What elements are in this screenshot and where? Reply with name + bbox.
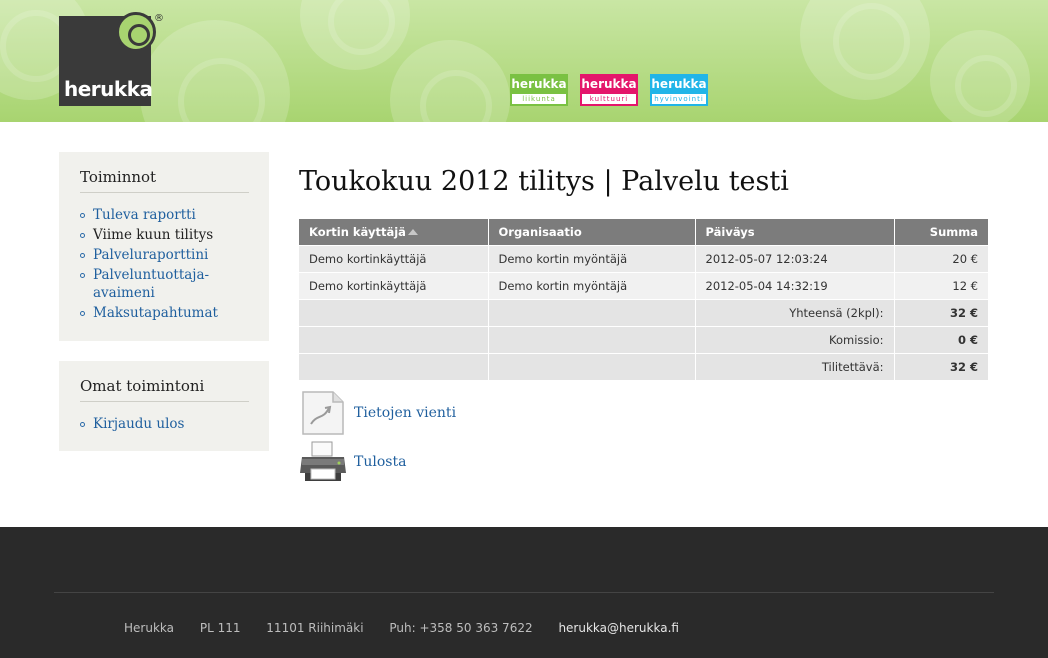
column-header-label: Organisaatio — [498, 224, 582, 239]
cell-organisation: Demo kortin myöntäjä — [488, 244, 696, 272]
cell-card-user: Demo kortinkäyttäjä — [299, 244, 489, 272]
sidebar-box-title: Omat toimintoni — [80, 377, 249, 402]
summary-label: Yhteensä (2kpl): — [695, 298, 895, 326]
column-header-date[interactable]: Päiväys — [695, 219, 895, 245]
site-logo[interactable]: herukka — [59, 12, 156, 106]
decorative-swirl — [390, 40, 510, 122]
footer-divider — [54, 592, 994, 593]
sidebar-item-upcoming-report: Tuleva raportti — [80, 206, 249, 224]
site-header: herukka ® herukka liikunta herukka kultt… — [0, 0, 1048, 122]
brand-sub: kulttuuri — [582, 94, 636, 104]
table-header-row: Kortin käyttäjä Organisaatio Päiväys Sum… — [299, 219, 988, 245]
cell-sum: 20 € — [894, 244, 988, 272]
column-header-organisation[interactable]: Organisaatio — [488, 219, 696, 245]
sidebar-link-payments[interactable]: Maksutapahtumat — [93, 305, 218, 321]
empty-cell — [299, 325, 489, 353]
summary-value: 0 € — [894, 325, 988, 353]
table-row: Demo kortinkäyttäjä Demo kortin myöntäjä… — [299, 244, 988, 272]
export-link[interactable]: Tietojen vienti — [354, 405, 456, 421]
table-row: Demo kortinkäyttäjä Demo kortin myöntäjä… — [299, 271, 988, 299]
empty-cell — [488, 325, 696, 353]
column-header-label: Kortin käyttäjä — [309, 224, 406, 239]
sidebar-actions-box: Toiminnot Tuleva raportti Viime kuun til… — [59, 152, 269, 341]
sort-asc-icon — [407, 228, 418, 235]
summary-row-payable: Tilitettävä: 32 € — [299, 352, 988, 380]
column-header-label: Päiväys — [705, 224, 755, 239]
brand-kulttuuri-link[interactable]: herukka kulttuuri — [580, 74, 638, 106]
sidebar-item-logout: Kirjaudu ulos — [80, 415, 249, 433]
empty-cell — [488, 298, 696, 326]
sidebar-link-upcoming-report[interactable]: Tuleva raportti — [93, 207, 196, 223]
export-action: Tietojen vienti — [299, 391, 456, 435]
page-title: Toukokuu 2012 tilitys | Palvelu testi — [299, 166, 789, 197]
report-table: Kortin käyttäjä Organisaatio Päiväys Sum… — [299, 219, 988, 380]
logout-link[interactable]: Kirjaudu ulos — [93, 416, 184, 432]
print-link[interactable]: Tulosta — [354, 454, 406, 470]
sidebar-item-payments: Maksutapahtumat — [80, 304, 249, 322]
empty-cell — [299, 352, 489, 380]
sidebar-item-service-reports: Palveluraporttini — [80, 246, 249, 264]
brand-name: herukka — [651, 77, 707, 91]
empty-cell — [299, 298, 489, 326]
document-export-icon[interactable] — [299, 390, 347, 436]
brand-name: herukka — [511, 77, 567, 91]
registered-mark: ® — [154, 13, 164, 24]
cell-sum: 12 € — [894, 271, 988, 299]
sidebar-menu: Kirjaudu ulos — [80, 415, 249, 433]
print-action: Tulosta — [299, 440, 406, 484]
brand-liikunta-link[interactable]: herukka liikunta — [510, 74, 568, 106]
summary-value: 32 € — [894, 352, 988, 380]
cell-date: 2012-05-07 12:03:24 — [695, 244, 895, 272]
summary-row-total: Yhteensä (2kpl): 32 € — [299, 298, 988, 326]
decorative-swirl — [140, 20, 290, 122]
provider-keys-line-2: avaimeni — [93, 285, 155, 301]
footer-pobox: PL 111 — [199, 621, 241, 635]
footer-contact-info: Herukka PL 111 11101 Riihimäki Puh: +358… — [124, 621, 679, 635]
decorative-swirl — [800, 0, 930, 100]
sidebar-account-box: Omat toimintoni Kirjaudu ulos — [59, 361, 269, 451]
logo-text: herukka — [64, 77, 153, 101]
footer-phone: Puh: +358 50 363 7622 — [389, 621, 533, 635]
cell-organisation: Demo kortin myöntäjä — [488, 271, 696, 299]
sidebar-current-last-month: Viime kuun tilitys — [93, 227, 214, 243]
sidebar-item-last-month: Viime kuun tilitys — [80, 226, 249, 244]
site-footer: Herukka PL 111 11101 Riihimäki Puh: +358… — [0, 527, 1048, 658]
brand-sub: hyvinvointi — [652, 94, 706, 104]
cell-card-user: Demo kortinkäyttäjä — [299, 271, 489, 299]
snail-logo-icon — [116, 12, 156, 52]
brand-sub: liikunta — [512, 94, 566, 104]
sidebar-item-provider-keys: Palveluntuottaja-avaimeni — [80, 266, 249, 302]
footer-name: Herukka — [124, 621, 174, 635]
provider-keys-line-1: Palveluntuottaja- — [93, 267, 210, 283]
footer-city: 11101 Riihimäki — [266, 621, 364, 635]
column-header-label: Summa — [929, 224, 978, 239]
footer-email-link[interactable]: herukka@herukka.fi — [558, 621, 679, 635]
decorative-swirl — [300, 0, 410, 70]
sidebar-menu: Tuleva raportti Viime kuun tilitys Palve… — [80, 206, 249, 322]
summary-value: 32 € — [894, 298, 988, 326]
summary-label: Tilitettävä: — [695, 352, 895, 380]
cell-date: 2012-05-04 14:32:19 — [695, 271, 895, 299]
printer-icon[interactable] — [299, 439, 347, 485]
column-header-card-user[interactable]: Kortin käyttäjä — [299, 219, 489, 245]
sidebar-link-service-reports[interactable]: Palveluraporttini — [93, 247, 208, 263]
sidebar-link-provider-keys[interactable]: Palveluntuottaja-avaimeni — [93, 267, 209, 301]
sidebar-box-title: Toiminnot — [80, 168, 249, 193]
brand-hyvinvointi-link[interactable]: herukka hyvinvointi — [650, 74, 708, 106]
summary-label: Komissio: — [695, 325, 895, 353]
summary-row-commission: Komissio: 0 € — [299, 325, 988, 353]
empty-cell — [488, 352, 696, 380]
brand-name: herukka — [581, 77, 637, 91]
column-header-sum[interactable]: Summa — [894, 219, 988, 245]
decorative-swirl — [930, 30, 1030, 122]
